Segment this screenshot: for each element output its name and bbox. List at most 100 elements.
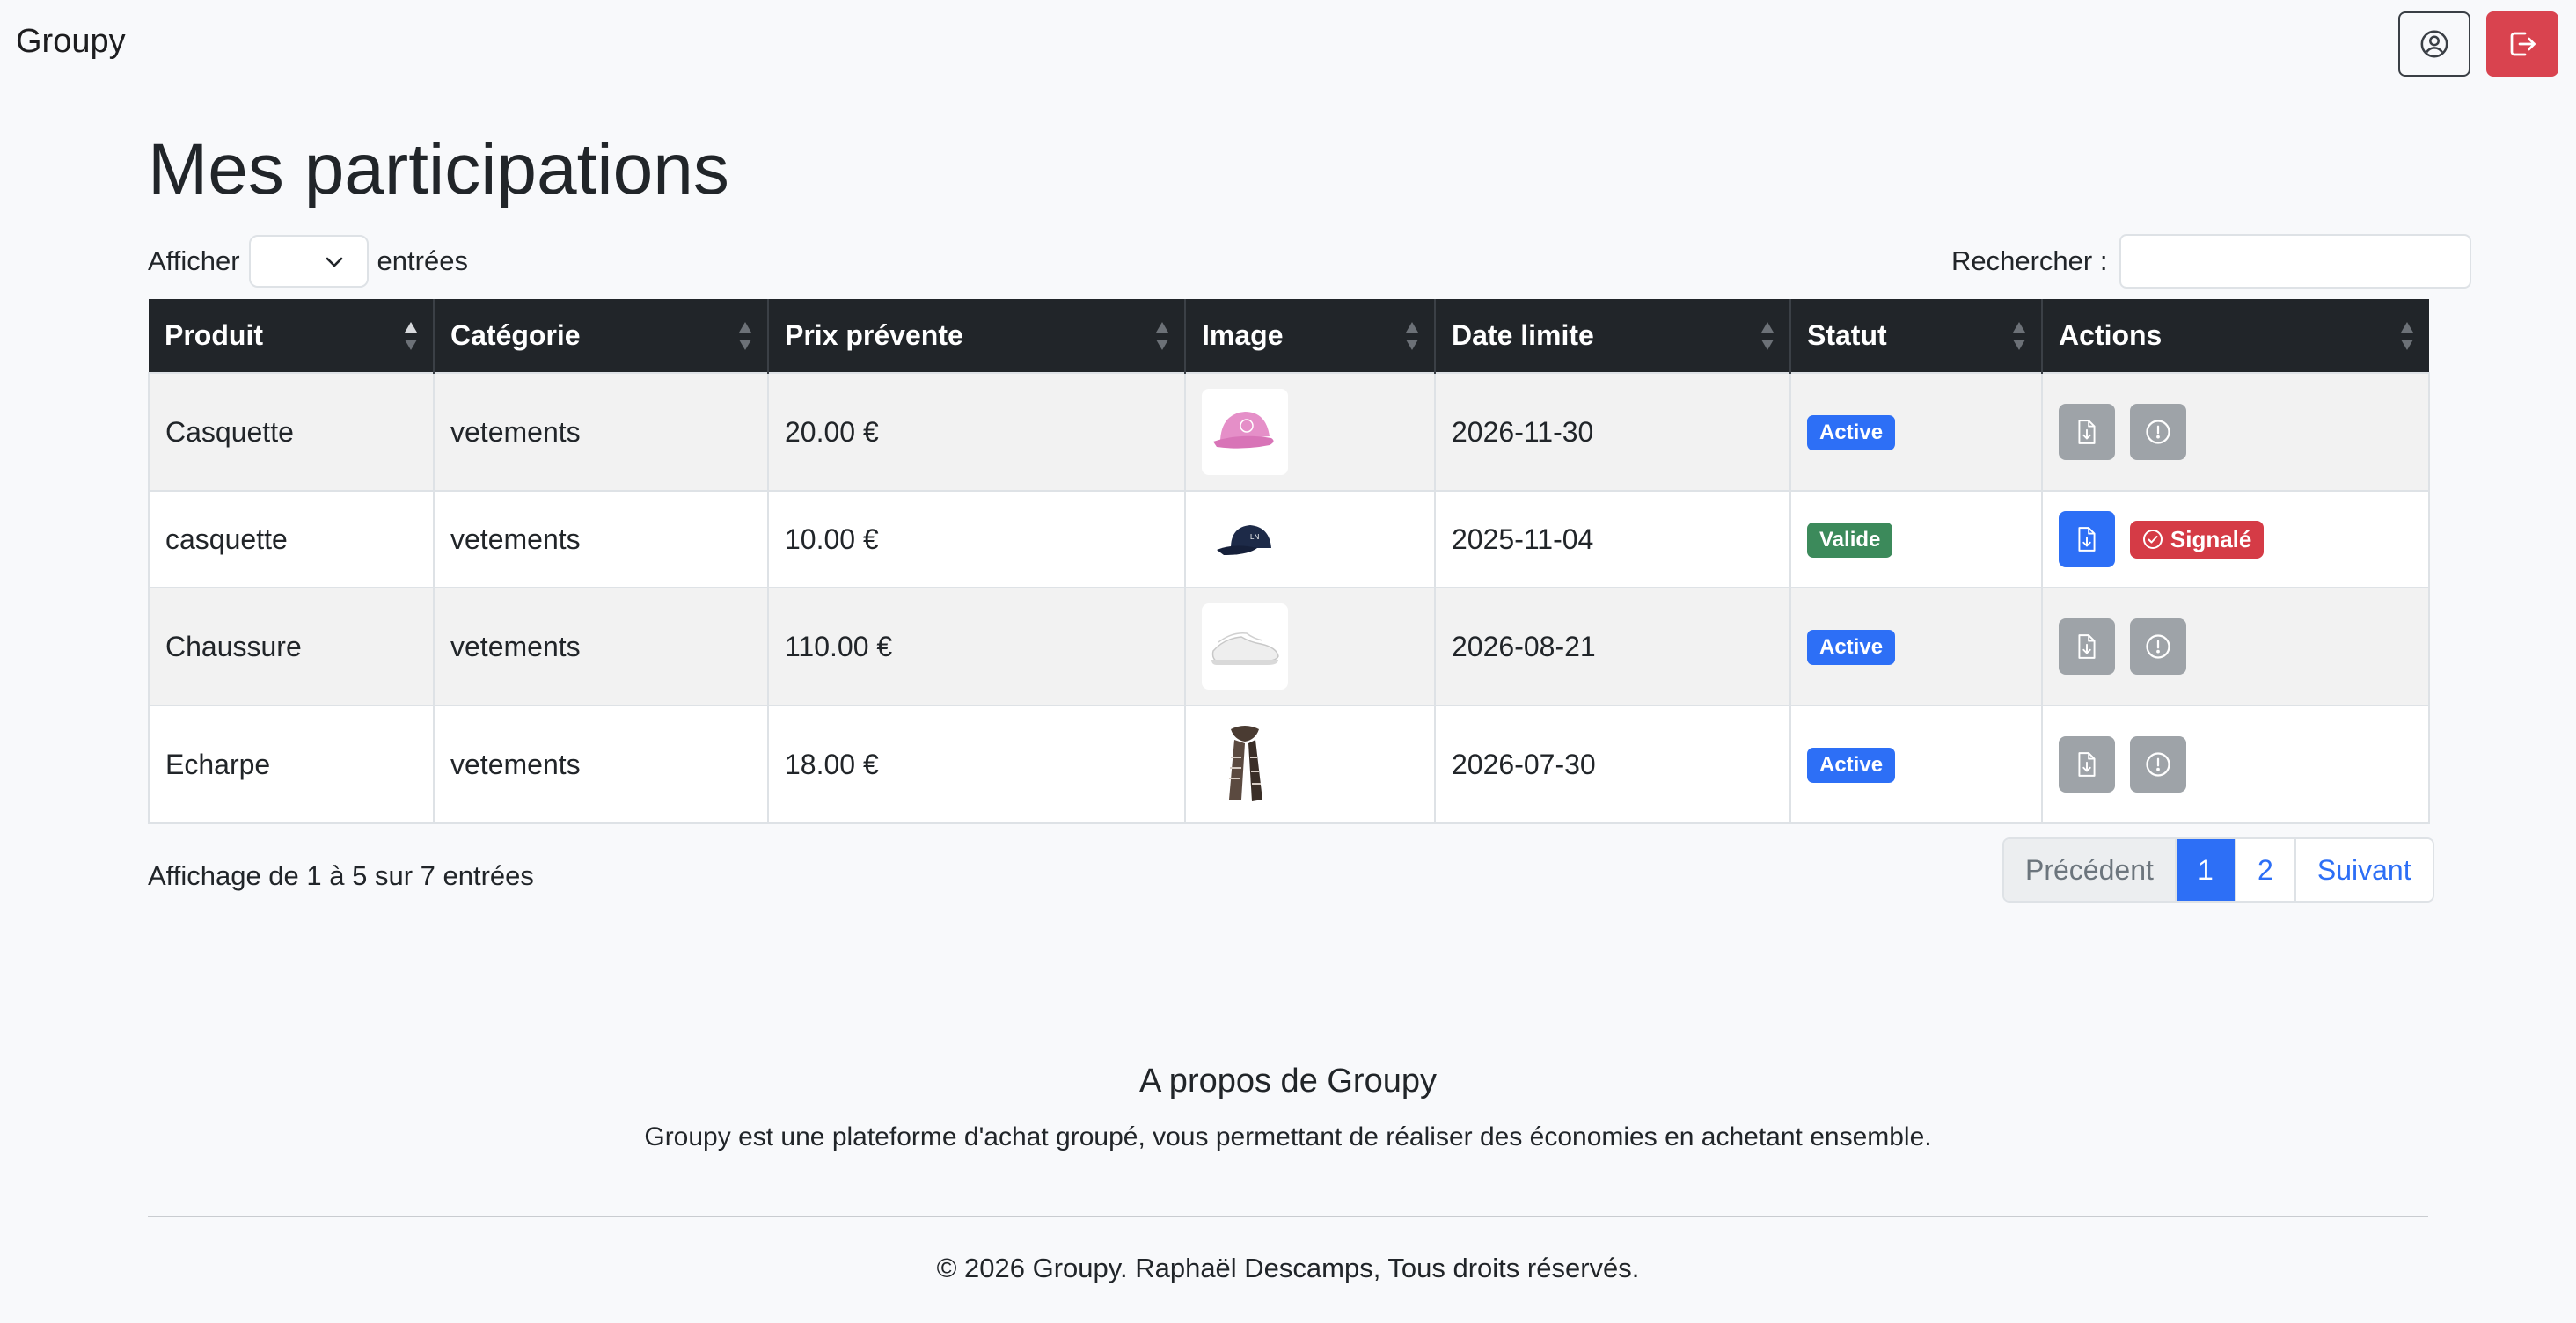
header-label: Produit — [165, 319, 263, 351]
exclamation-circle-icon — [2146, 420, 2170, 444]
header-label: Catégorie — [450, 319, 581, 351]
cell-date: 2026-08-21 — [1434, 587, 1791, 706]
length-suffix-label: entrées — [377, 245, 468, 276]
status-badge: Active — [1807, 414, 1896, 451]
cell-prix: 10.00 € — [767, 490, 1186, 588]
cap-image — [1213, 412, 1274, 449]
length-prefix-label: Afficher — [148, 245, 240, 276]
logout-button[interactable] — [2486, 11, 2558, 77]
column-header-prix[interactable]: Prix prévente — [768, 299, 1186, 373]
footer-divider — [148, 1216, 2428, 1217]
user-circle-icon — [2420, 30, 2448, 58]
scarf-image — [1229, 726, 1262, 801]
file-download-icon — [2078, 420, 2096, 444]
table-info: Affichage de 1 à 5 sur 7 entrées — [148, 860, 534, 891]
product-image-navy-cap: LN — [1202, 496, 1288, 582]
header-label: Prix prévente — [785, 319, 963, 351]
sort-icon — [1761, 322, 1774, 350]
cell-actions — [2041, 587, 2430, 706]
cell-statut: Active — [1789, 372, 2043, 492]
page-title: Mes participations — [148, 129, 729, 209]
brand-logo[interactable]: Groupy — [16, 23, 126, 61]
report-button[interactable] — [2129, 736, 2186, 793]
header-label: Date limite — [1452, 319, 1594, 351]
exclamation-circle-icon — [2146, 634, 2170, 659]
cell-date: 2025-11-04 — [1434, 490, 1791, 588]
pagination-page-2[interactable]: 2 — [2236, 839, 2296, 901]
table-row: Echarpe vetements 18.00 € 2026-07-30 Act… — [148, 705, 2430, 824]
sort-icon — [739, 322, 751, 350]
sort-icon — [2013, 322, 2025, 350]
product-image-striped-scarf — [1202, 721, 1288, 808]
profile-button[interactable] — [2398, 11, 2470, 77]
exclamation-circle-icon — [2146, 752, 2170, 777]
cell-produit: Echarpe — [148, 705, 435, 824]
search-label: Rechercher : — [1951, 245, 2108, 276]
product-image-pink-cap — [1202, 389, 1288, 475]
cell-actions — [2041, 372, 2430, 492]
cell-image — [1184, 587, 1436, 706]
column-header-date[interactable]: Date limite — [1435, 299, 1791, 373]
cell-prix: 20.00 € — [767, 372, 1186, 492]
sort-icon — [405, 322, 417, 350]
sneaker-image — [1211, 632, 1279, 665]
cell-categorie: vetements — [433, 372, 769, 492]
table-row: Casquette vetements 20.00 € 2026-11-30 A… — [148, 372, 2430, 492]
table-header-row: Produit Catégorie Prix prévente Image Da… — [149, 299, 2429, 373]
file-download-icon — [2078, 634, 2096, 659]
cell-actions — [2041, 705, 2430, 824]
column-header-categorie[interactable]: Catégorie — [434, 299, 769, 373]
header-label: Statut — [1807, 319, 1887, 351]
column-header-image[interactable]: Image — [1185, 299, 1436, 373]
file-download-icon — [2078, 752, 2096, 777]
chevron-down-icon — [326, 257, 342, 267]
cell-actions: Signalé — [2041, 490, 2430, 588]
cell-statut: Valide — [1789, 490, 2043, 588]
search-input[interactable] — [2119, 234, 2472, 289]
sort-icon — [1156, 322, 1168, 350]
status-badge: Active — [1807, 629, 1896, 666]
download-invoice-button[interactable] — [2059, 618, 2115, 675]
product-image-white-sneaker — [1202, 603, 1288, 690]
cell-produit: casquette — [148, 490, 435, 588]
file-download-icon — [2078, 527, 2096, 552]
cell-image — [1184, 372, 1436, 492]
pagination-next[interactable]: Suivant — [2295, 839, 2433, 901]
copyright: © 2026 Groupy. Raphaël Descamps, Tous dr… — [936, 1253, 1640, 1283]
status-badge: Active — [1807, 747, 1896, 784]
pagination-page-1[interactable]: 1 — [2176, 839, 2236, 901]
entries-length-control: Afficher entrées — [148, 234, 468, 289]
about-text: Groupy est une plateforme d'achat groupé… — [644, 1122, 1932, 1151]
participations-table: Produit Catégorie Prix prévente Image Da… — [148, 299, 2430, 824]
header-label: Image — [1202, 319, 1284, 351]
download-invoice-button[interactable] — [2059, 511, 2115, 567]
column-header-actions[interactable]: Actions — [2042, 299, 2429, 373]
download-invoice-button[interactable] — [2059, 404, 2115, 460]
search-control: Rechercher : — [1951, 234, 2472, 289]
entries-per-page-select[interactable] — [248, 235, 369, 288]
report-button[interactable] — [2129, 404, 2186, 460]
status-badge: Valide — [1807, 522, 1893, 559]
pagination-previous[interactable]: Précédent — [2004, 839, 2177, 901]
column-header-produit[interactable]: Produit — [149, 299, 435, 373]
pagination: Précédent 1 2 Suivant — [2002, 837, 2434, 903]
signaled-label: Signalé — [2170, 525, 2252, 552]
cap-image: LN — [1217, 525, 1271, 555]
about-title: A propos de Groupy — [1139, 1063, 1437, 1100]
report-button[interactable] — [2129, 618, 2186, 675]
table-row: Chaussure vetements 110.00 € 2026-08-21 … — [148, 587, 2430, 706]
column-header-statut[interactable]: Statut — [1790, 299, 2043, 373]
logout-icon — [2510, 32, 2536, 56]
header-label: Actions — [2059, 319, 2163, 351]
table-row: casquette vetements 10.00 € LN 2025-11-0… — [148, 490, 2430, 588]
cell-produit: Chaussure — [148, 587, 435, 706]
cell-date: 2026-07-30 — [1434, 705, 1791, 824]
cell-image: LN — [1184, 490, 1436, 588]
download-invoice-button[interactable] — [2059, 736, 2115, 793]
cell-statut: Active — [1789, 705, 2043, 824]
sort-icon — [1406, 322, 1418, 350]
cell-statut: Active — [1789, 587, 2043, 706]
cell-produit: Casquette — [148, 372, 435, 492]
svg-text:LN: LN — [1250, 533, 1259, 541]
navbar: Groupy — [0, 0, 2576, 88]
